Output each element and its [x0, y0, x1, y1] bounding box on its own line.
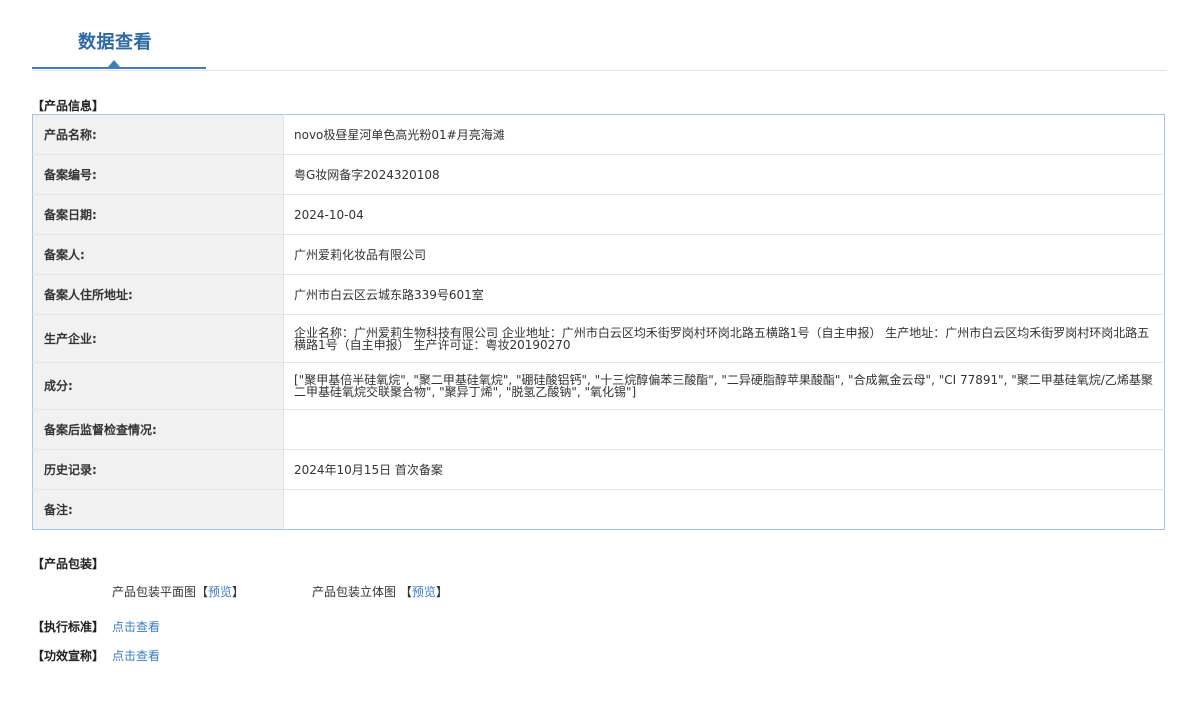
- row-label: 备案编号:: [32, 154, 284, 195]
- standard-view-link[interactable]: 点击查看: [112, 620, 160, 634]
- row-value: [283, 409, 1165, 450]
- row-value: 广州爱莉化妆品有限公司: [283, 234, 1165, 275]
- active-tab-indicator: [32, 67, 206, 69]
- row-value: novo极昼星河单色高光粉01#月亮海滩: [294, 127, 505, 142]
- table-row: 生产企业: 企业名称：广州爱莉生物科技有限公司 企业地址：广州市白云区均禾街罗岗…: [32, 314, 1165, 363]
- row-label: 备案人住所地址:: [32, 274, 284, 315]
- tab-bar: 数据查看: [32, 0, 1167, 71]
- row-label: 生产企业:: [32, 314, 284, 363]
- table-row: 备案日期: 2024-10-04: [32, 194, 1165, 235]
- packaging-stereo-item: 产品包装立体图 【预览】: [312, 583, 448, 600]
- row-value: [283, 489, 1165, 530]
- open-bracket: 【: [399, 585, 412, 599]
- efficacy-label: 【功效宣称】: [32, 649, 105, 663]
- standard-label: 【执行标准】: [32, 620, 105, 634]
- row-label: 备案人:: [32, 234, 284, 275]
- close-bracket: 】: [232, 585, 245, 599]
- row-value: ["聚甲基倍半硅氧烷", "聚二甲基硅氧烷", "硼硅酸铝钙", "十三烷醇偏苯…: [283, 362, 1165, 410]
- caret-up-icon: [108, 60, 120, 67]
- table-row: 备案人: 广州爱莉化妆品有限公司: [32, 234, 1165, 275]
- row-label: 产品名称:: [32, 114, 284, 155]
- row-label: 成分:: [32, 362, 284, 410]
- stereo-preview-link[interactable]: 预览: [412, 585, 436, 599]
- packaging-flat-label: 产品包装平面图: [112, 585, 197, 599]
- table-row: 产品名称: novo极昼星河单色高光粉01#月亮海滩: [32, 114, 1165, 155]
- tab-data-view[interactable]: 数据查看: [78, 28, 152, 54]
- row-label: 备案后监督检查情况:: [32, 409, 284, 450]
- table-row: 备案编号: 粤G妆网备字2024320108: [32, 154, 1165, 195]
- packaging-heading: 【产品包装】: [32, 557, 105, 571]
- row-value: 2024年10月15日 首次备案: [283, 449, 1165, 490]
- table-row: 历史记录: 2024年10月15日 首次备案: [32, 449, 1165, 490]
- row-value: 2024-10-04: [283, 194, 1165, 235]
- standard-item: 【执行标准】 点击查看: [32, 618, 160, 635]
- table-row: 成分: ["聚甲基倍半硅氧烷", "聚二甲基硅氧烷", "硼硅酸铝钙", "十三…: [32, 362, 1165, 410]
- row-label: 备注:: [32, 489, 284, 530]
- row-value: 广州市白云区云城东路339号601室: [283, 274, 1165, 315]
- packaging-stereo-label: 产品包装立体图: [312, 585, 397, 599]
- row-value: 企业名称：广州爱莉生物科技有限公司 企业地址：广州市白云区均禾街罗岗村环岗北路五…: [283, 314, 1165, 363]
- table-row: 备案人住所地址: 广州市白云区云城东路339号601室: [32, 274, 1165, 315]
- efficacy-view-link[interactable]: 点击查看: [112, 649, 160, 663]
- product-info-heading: 【产品信息】: [32, 99, 105, 113]
- row-label: 备案日期:: [32, 194, 284, 235]
- table-row: 备案后监督检查情况:: [32, 409, 1165, 450]
- open-bracket: 【: [196, 585, 209, 599]
- close-bracket: 】: [435, 585, 448, 599]
- product-info-table: 产品名称: novo极昼星河单色高光粉01#月亮海滩 备案编号: 粤G妆网备字2…: [32, 114, 1165, 530]
- row-label: 历史记录:: [32, 449, 284, 490]
- flat-preview-link[interactable]: 预览: [208, 585, 232, 599]
- efficacy-item: 【功效宣称】 点击查看: [32, 647, 160, 664]
- packaging-flat-item: 产品包装平面图【预览】: [112, 583, 244, 600]
- table-row: 备注:: [32, 489, 1165, 530]
- row-value: 粤G妆网备字2024320108: [283, 154, 1165, 195]
